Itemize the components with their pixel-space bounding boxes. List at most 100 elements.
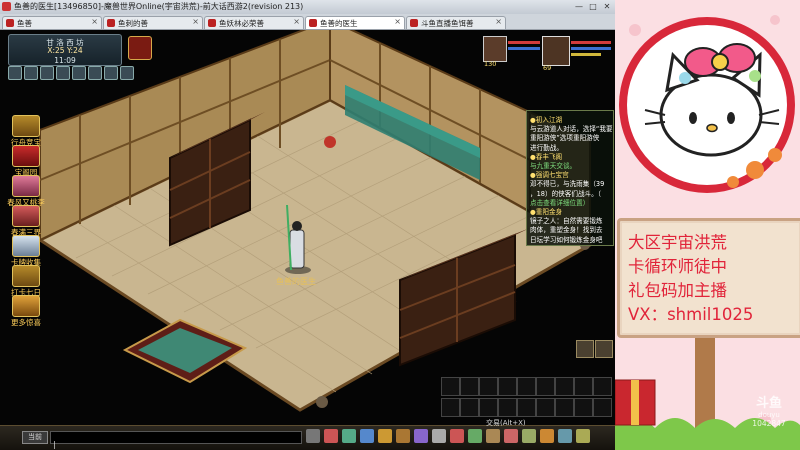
mount-icon[interactable] <box>468 429 482 443</box>
tab-5[interactable]: 斗鱼直播鱼饵善 × <box>406 16 506 29</box>
watermark-logo: 斗鱼 <box>755 396 782 411</box>
tab-icon <box>309 19 317 27</box>
watermark-room: douyu <box>758 411 780 419</box>
skill-slot[interactable] <box>555 377 574 396</box>
system-icon[interactable] <box>8 66 22 80</box>
tab-close-icon[interactable]: × <box>91 17 98 26</box>
help-icon[interactable] <box>576 429 590 443</box>
tab-3[interactable]: 鱼妖林必荣善 × <box>204 16 304 29</box>
menu-pavilion[interactable]: 宝阁园 <box>6 145 46 178</box>
game-window: 鱼善的医生[13496850]-魔兽世界Online(宇宙洪荒)-前大话西游2(… <box>0 0 615 450</box>
chat-channel-selector[interactable]: 当前 <box>22 431 48 444</box>
settings-icon[interactable] <box>120 66 134 80</box>
tab-close-icon[interactable]: × <box>192 17 199 26</box>
team-icon[interactable] <box>56 66 70 80</box>
team-icon[interactable] <box>360 429 374 443</box>
app-icon <box>2 2 11 11</box>
menu-checkin[interactable]: 打卡七日 <box>6 265 46 298</box>
friends-icon[interactable] <box>342 429 356 443</box>
guild-button[interactable] <box>595 340 613 358</box>
tab-4[interactable]: 鱼善的医生 × <box>305 16 405 29</box>
calendar-icon <box>12 265 40 287</box>
quest-icon[interactable] <box>540 429 554 443</box>
maximize-button[interactable]: □ <box>587 1 599 12</box>
cards-icon <box>12 235 40 257</box>
tab-close-icon[interactable]: × <box>495 17 502 26</box>
skill-slot[interactable] <box>460 398 479 417</box>
promo-line-3: 礼包码加主播 <box>628 281 727 300</box>
minimap-clock-panel[interactable]: 甘 洛 西 坊 X:25 Y:24 11:09 <box>8 34 122 66</box>
team-button[interactable] <box>576 340 594 358</box>
tab-close-icon[interactable]: × <box>394 17 401 26</box>
menu-festival[interactable]: 春满三界 <box>6 205 46 238</box>
menu-cards[interactable]: 卡牌收集 <box>6 235 46 268</box>
skill-slot[interactable] <box>555 398 574 417</box>
promo-line-4: VX：shmil1025 <box>628 305 754 324</box>
coordinates-label: X:25 Y:24 <box>47 46 83 55</box>
player-rage-bar <box>571 53 601 56</box>
settings-icon[interactable] <box>558 429 572 443</box>
friends-icon[interactable] <box>40 66 54 80</box>
shop-icon[interactable] <box>88 66 102 80</box>
battle-icon <box>12 145 40 167</box>
bag-icon[interactable] <box>396 429 410 443</box>
skill-slot[interactable] <box>593 377 612 396</box>
skill-slot[interactable] <box>517 398 536 417</box>
player-mp-bar <box>571 47 611 50</box>
quest-line[interactable]: 日坛学习如何锻炼金身吧 <box>530 234 603 244</box>
pet-icon[interactable] <box>378 429 392 443</box>
tab-icon <box>6 19 14 27</box>
skill-slot[interactable] <box>574 377 593 396</box>
friend-icon[interactable] <box>504 429 518 443</box>
trade-icon[interactable] <box>522 429 536 443</box>
skill-slot[interactable] <box>460 377 479 396</box>
tab-1[interactable]: 鱼善 × <box>2 16 102 29</box>
calendar-icon[interactable] <box>104 66 118 80</box>
tab-2[interactable]: 鱼刺的善 × <box>103 16 203 29</box>
tab-icon <box>208 19 216 27</box>
more-icon <box>12 295 40 317</box>
skill-slot[interactable] <box>441 377 460 396</box>
menu-spring[interactable]: 春风又桃李 <box>6 175 46 208</box>
pet-portrait[interactable] <box>483 36 507 62</box>
gift-icon[interactable] <box>72 66 86 80</box>
player-hp-bar <box>571 41 611 44</box>
mail-icon[interactable] <box>24 66 38 80</box>
skill-slot[interactable] <box>517 377 536 396</box>
tab-label: 鱼善的医生 <box>320 19 358 28</box>
pet-level: 130 <box>484 60 497 68</box>
menu-more[interactable]: 更多惊喜 <box>6 295 46 328</box>
minimize-button[interactable]: — <box>573 1 585 12</box>
tab-label: 鱼妖林必荣善 <box>219 19 264 28</box>
flower-icon <box>12 175 40 197</box>
weapon-icon[interactable] <box>432 429 446 443</box>
skill-slot[interactable] <box>536 377 555 396</box>
quest-tracker[interactable]: ●初入江湖 与云游道人对话，选择“我要 重阳游侠”选项重阳游侠 进行勤战。 ●春丰飞阁与… <box>526 110 614 246</box>
skill-slot[interactable] <box>593 398 612 417</box>
character-name: 鱼善的医生 <box>276 277 316 286</box>
skill-slot[interactable] <box>441 398 460 417</box>
tab-label: 鱼善 <box>17 19 32 28</box>
tab-close-icon[interactable]: × <box>293 17 300 26</box>
chat-input[interactable]: | <box>50 431 302 449</box>
pet-mp-bar <box>508 47 540 50</box>
window-title: 鱼善的医生[13496850]-魔兽世界Online(宇宙洪荒)-前大话西游2(… <box>14 2 304 11</box>
player-portrait[interactable] <box>542 36 570 66</box>
skills-icon[interactable] <box>414 429 428 443</box>
lantern-icon <box>12 205 40 227</box>
gift-icon[interactable] <box>450 429 464 443</box>
skill-slot[interactable] <box>498 398 517 417</box>
skill-slot[interactable] <box>498 377 517 396</box>
close-button[interactable]: ✕ <box>601 1 613 12</box>
player-level: 69 <box>543 64 552 72</box>
skill-slot[interactable] <box>536 398 555 417</box>
tab-icon <box>410 19 418 27</box>
emote-icon[interactable] <box>324 429 338 443</box>
skill-slot[interactable] <box>479 377 498 396</box>
skill-slot[interactable] <box>574 398 593 417</box>
menu-treasure[interactable]: 行舟竞宝 <box>6 115 46 148</box>
voice-icon[interactable] <box>306 429 320 443</box>
guild-icon[interactable] <box>486 429 500 443</box>
skill-slot[interactable] <box>479 398 498 417</box>
world-map-button[interactable] <box>128 36 152 60</box>
